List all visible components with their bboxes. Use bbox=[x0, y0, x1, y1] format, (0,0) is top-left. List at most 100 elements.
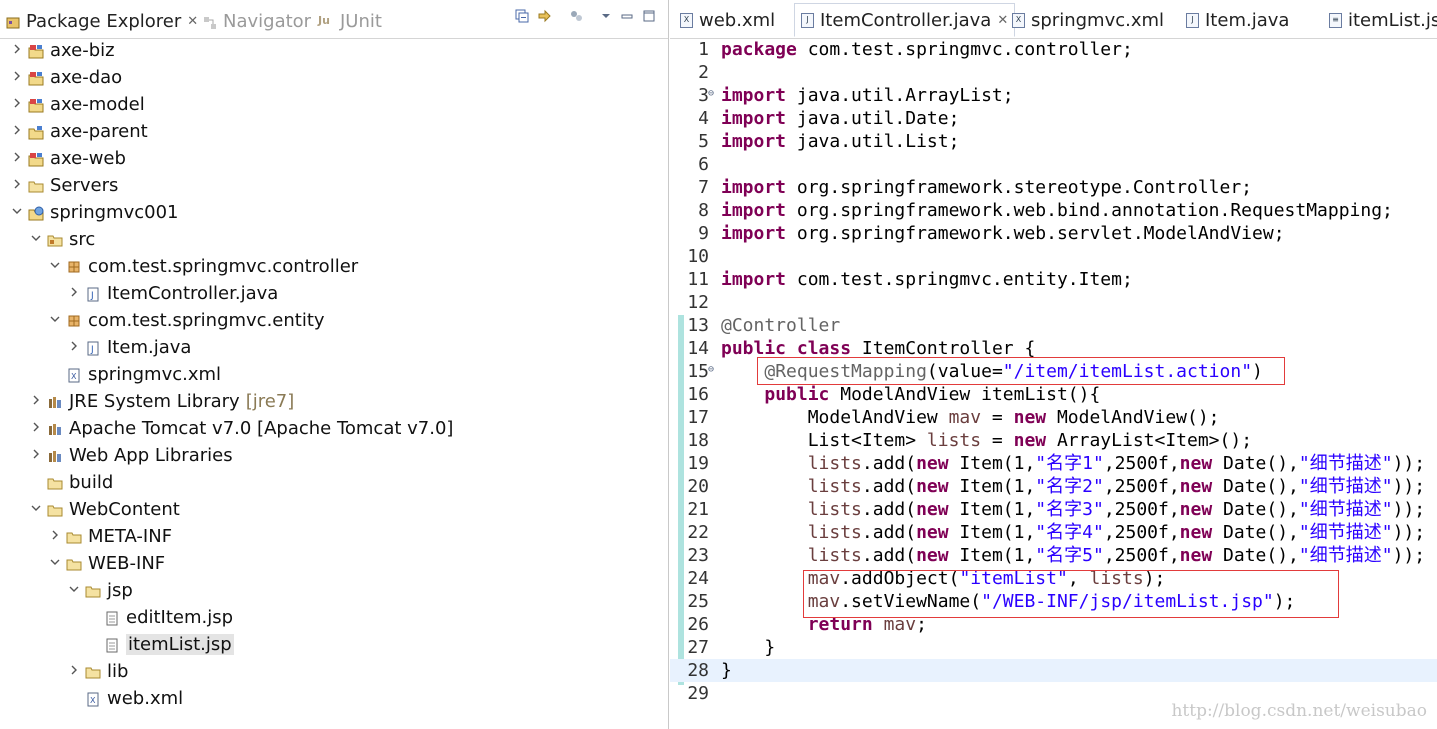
tab-navigator[interactable]: Navigator bbox=[203, 6, 311, 36]
code-line[interactable]: 12 bbox=[670, 291, 1437, 314]
java-editor[interactable]: 1 package com.test.springmvc.controller; 2… bbox=[670, 38, 1437, 729]
collapse-all-icon[interactable] bbox=[514, 8, 530, 24]
expanded-arrow-icon[interactable] bbox=[67, 583, 81, 598]
collapsed-arrow-icon[interactable] bbox=[10, 43, 24, 58]
collapsed-arrow-icon[interactable] bbox=[10, 151, 24, 166]
code-line[interactable]: 3 ⊖ import java.util.ArrayList; bbox=[670, 84, 1437, 107]
collapsed-arrow-icon[interactable] bbox=[67, 340, 81, 355]
tree-item-meta-inf[interactable]: META-INF bbox=[48, 523, 172, 550]
tree-item-label: src bbox=[69, 229, 96, 250]
collapsed-arrow-icon[interactable] bbox=[10, 70, 24, 85]
link-with-editor-icon[interactable] bbox=[537, 8, 553, 24]
tree-item-itemcontroller-java[interactable]: J ItemController.java bbox=[67, 280, 278, 307]
tree-item-web-xml[interactable]: Xweb.xml bbox=[67, 685, 183, 712]
line-number: 19 bbox=[687, 453, 709, 474]
editor-tab-springmvc-xml[interactable]: Xspringmvc.xml bbox=[1006, 4, 1170, 36]
collapsed-arrow-icon[interactable] bbox=[48, 529, 62, 544]
expanded-arrow-icon[interactable] bbox=[48, 313, 62, 328]
tree-item-web-inf[interactable]: WEB-INF bbox=[48, 550, 165, 577]
code-line[interactable]: 20 lists.add(new Item(1,"名字2",2500f,new … bbox=[670, 475, 1437, 498]
tree-item-itemlist-jsp[interactable]: itemList.jsp bbox=[86, 631, 234, 658]
tree-item-label: build bbox=[69, 472, 114, 493]
code-line[interactable]: 6 bbox=[670, 153, 1437, 176]
expanded-arrow-icon[interactable] bbox=[29, 232, 43, 247]
tree-item-item-java[interactable]: J Item.java bbox=[67, 334, 191, 361]
editor-tab-itemlist-jsp[interactable]: ≡ itemList.jsp bbox=[1323, 4, 1437, 36]
tree-item-jsp[interactable]: jsp bbox=[67, 577, 133, 604]
view-menu-icon[interactable] bbox=[598, 8, 614, 24]
code-line[interactable]: 7 import org.springframework.stereotype.C… bbox=[670, 176, 1437, 199]
tree-item-springmvc001[interactable]: springmvc001 bbox=[10, 199, 178, 226]
code-line[interactable]: 27 } bbox=[670, 636, 1437, 659]
collapsed-arrow-icon[interactable] bbox=[67, 286, 81, 301]
tree-item-build[interactable]: build bbox=[29, 469, 113, 496]
code-line[interactable]: 13 @Controller bbox=[670, 314, 1437, 337]
code-line[interactable]: 10 bbox=[670, 245, 1437, 268]
collapsed-arrow-icon[interactable] bbox=[10, 178, 24, 193]
code-text: } bbox=[721, 637, 776, 658]
code-line[interactable]: 16 public ModelAndView itemList(){ bbox=[670, 383, 1437, 406]
tab-package-explorer[interactable]: Package Explorer ✕ bbox=[6, 6, 199, 36]
tree-item-edititem-jsp[interactable]: editItem.jsp bbox=[86, 604, 233, 631]
expanded-arrow-icon[interactable] bbox=[48, 556, 62, 571]
tree-item-com-test-springmvc-controller[interactable]: com.test.springmvc.controller bbox=[48, 253, 358, 280]
code-text: } bbox=[721, 660, 732, 681]
tree-item-lib[interactable]: lib bbox=[67, 658, 128, 685]
tree-item-label: axe-parent bbox=[50, 121, 148, 142]
tab-junit[interactable]: Ju JUnit bbox=[318, 6, 382, 36]
folder-icon bbox=[47, 502, 64, 517]
fold-collapse-icon[interactable]: ⊖ bbox=[708, 82, 714, 105]
line-number: 5 bbox=[698, 131, 709, 152]
tree-item-src[interactable]: src bbox=[29, 226, 95, 253]
project-icon bbox=[28, 151, 45, 167]
expanded-arrow-icon[interactable] bbox=[10, 205, 24, 220]
editor-tab-web-xml[interactable]: Xweb.xml bbox=[674, 4, 781, 36]
collapsed-arrow-icon[interactable] bbox=[10, 97, 24, 112]
tree-item-label: axe-dao bbox=[50, 67, 123, 88]
collapsed-arrow-icon[interactable] bbox=[29, 421, 43, 436]
collapsed-arrow-icon[interactable] bbox=[29, 394, 43, 409]
code-line[interactable]: 28} bbox=[670, 659, 1437, 682]
expanded-arrow-icon[interactable] bbox=[48, 259, 62, 274]
tree-item-com-test-springmvc-entity[interactable]: com.test.springmvc.entity bbox=[48, 307, 325, 334]
code-line[interactable]: 8 import org.springframework.web.bind.ann… bbox=[670, 199, 1437, 222]
tree-item-axe-model[interactable]: axe-model bbox=[10, 91, 145, 118]
close-icon[interactable]: ✕ bbox=[187, 14, 198, 29]
editor-tab-itemcontroller-java[interactable]: J ItemController.java ✕ bbox=[794, 3, 1016, 37]
maximize-icon[interactable] bbox=[641, 8, 657, 24]
editor-tab-item-java[interactable]: J Item.java bbox=[1180, 4, 1295, 36]
code-line[interactable]: 23 lists.add(new Item(1,"名字5",2500f,new … bbox=[670, 544, 1437, 567]
fold-collapse-icon[interactable]: ⊖ bbox=[708, 358, 714, 381]
tree-item-decoration: [jre7] bbox=[245, 391, 295, 412]
jsp-file-icon: ≡ bbox=[1329, 12, 1342, 28]
expanded-arrow-icon[interactable] bbox=[29, 502, 43, 517]
code-line[interactable]: 22 lists.add(new Item(1,"名字4",2500f,new … bbox=[670, 521, 1437, 544]
focus-active-task-icon[interactable] bbox=[569, 8, 585, 24]
collapsed-arrow-icon[interactable] bbox=[10, 124, 24, 139]
tree-item-web[interactable]: Web App Libraries bbox=[29, 442, 233, 469]
tree-item-apache[interactable]: Apache Tomcat v7.0 [Apache Tomcat v7.0] bbox=[29, 415, 453, 442]
code-line[interactable]: 2 bbox=[670, 61, 1437, 84]
line-number: 6 bbox=[698, 154, 709, 175]
tree-item-jre[interactable]: JRE System Library [jre7] bbox=[29, 388, 294, 415]
tree-item-axe-biz[interactable]: axe-biz bbox=[10, 37, 115, 64]
tree-item-axe-dao[interactable]: axe-dao bbox=[10, 64, 122, 91]
code-line[interactable]: 19 lists.add(new Item(1,"名字1",2500f,new … bbox=[670, 452, 1437, 475]
code-line[interactable]: 4 import java.util.Date; bbox=[670, 107, 1437, 130]
code-line[interactable]: 5 import java.util.List; bbox=[670, 130, 1437, 153]
tree-item-axe-parent[interactable]: axe-parent bbox=[10, 118, 148, 145]
tree-item-webcontent[interactable]: WebContent bbox=[29, 496, 180, 523]
collapsed-arrow-icon[interactable] bbox=[67, 664, 81, 679]
code-line[interactable]: 17 ModelAndView mav = new ModelAndView()… bbox=[670, 406, 1437, 429]
minimize-icon[interactable] bbox=[619, 8, 635, 24]
code-line[interactable]: 1 package com.test.springmvc.controller; bbox=[670, 38, 1437, 61]
tree-item-axe-web[interactable]: axe-web bbox=[10, 145, 126, 172]
collapsed-arrow-icon[interactable] bbox=[29, 448, 43, 463]
code-line[interactable]: 9 import org.springframework.web.servlet.… bbox=[670, 222, 1437, 245]
line-number: 28 bbox=[687, 660, 709, 681]
code-line[interactable]: 11 import com.test.springmvc.entity.Item; bbox=[670, 268, 1437, 291]
tree-item-springmvc-xml[interactable]: Xspringmvc.xml bbox=[48, 361, 221, 388]
code-line[interactable]: 21 lists.add(new Item(1,"名字3",2500f,new … bbox=[670, 498, 1437, 521]
tree-item-servers[interactable]: Servers bbox=[10, 172, 118, 199]
code-line[interactable]: 18 List<Item> lists = new ArrayList<Item… bbox=[670, 429, 1437, 452]
